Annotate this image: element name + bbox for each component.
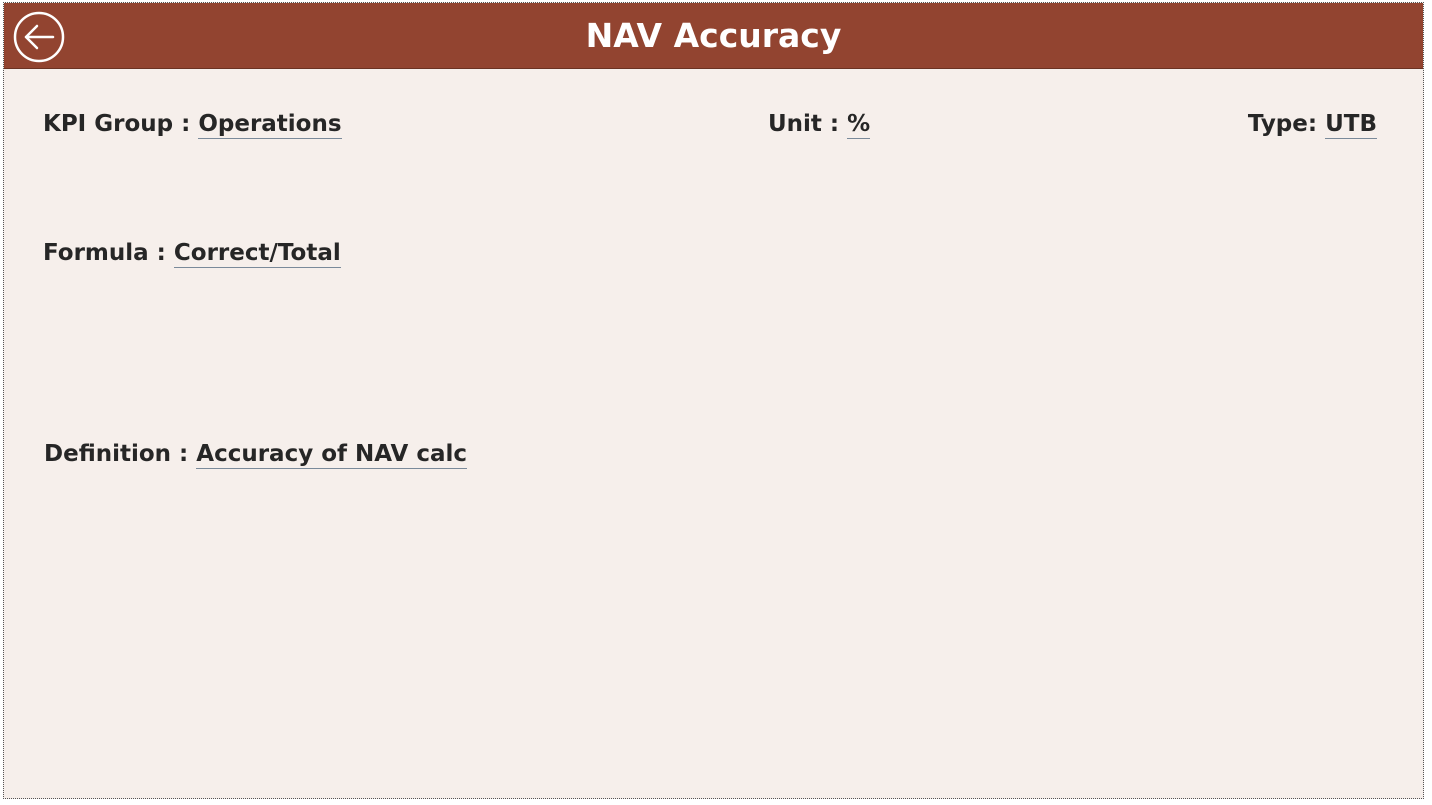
unit-label: Unit : [768, 111, 848, 137]
unit-value[interactable]: % [847, 111, 871, 139]
formula-label: Formula : [43, 240, 174, 266]
header-bar: NAV Accuracy [4, 3, 1423, 69]
kpi-group-field: KPI Group : Operations [43, 111, 342, 139]
type-label: Type: [1247, 111, 1326, 137]
definition-value[interactable]: Accuracy of NAV calc [196, 441, 467, 469]
page-title: NAV Accuracy [585, 16, 842, 55]
type-field: Type: UTB [1247, 111, 1377, 139]
formula-field: Formula : Correct/Total [43, 240, 341, 268]
formula-value[interactable]: Correct/Total [173, 240, 341, 268]
type-value[interactable]: UTB [1325, 111, 1377, 139]
definition-label: Definition : [44, 441, 197, 467]
kpi-card: NAV Accuracy KPI Group : Operations Unit… [3, 2, 1424, 799]
unit-field: Unit : % [768, 111, 871, 139]
kpi-group-label: KPI Group : [43, 111, 199, 137]
definition-field: Definition : Accuracy of NAV calc [44, 441, 467, 469]
kpi-group-value[interactable]: Operations [198, 111, 342, 139]
